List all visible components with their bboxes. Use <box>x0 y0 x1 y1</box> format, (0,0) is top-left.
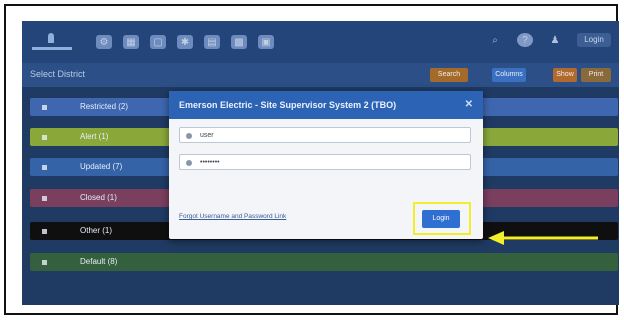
login-highlight-box: Login <box>413 202 471 235</box>
search-button[interactable]: Search <box>430 68 468 82</box>
lock-icon <box>186 160 192 166</box>
user-icon <box>186 133 192 139</box>
row-marker-icon <box>42 260 47 265</box>
search-icon[interactable]: ⌕ <box>487 33 503 47</box>
nav-icon-group: ⚙ ▦ ▢ ✱ ▤ ▩ ▣ <box>96 35 274 49</box>
building-icon[interactable]: ▦ <box>123 35 139 49</box>
password-field[interactable]: •••••••• <box>179 154 471 170</box>
close-icon[interactable]: ✕ <box>465 91 473 119</box>
row-marker-icon <box>42 165 47 170</box>
row-marker-icon <box>42 196 47 201</box>
row-label: Updated (7) <box>80 162 123 171</box>
app-screen: ⚙ ▦ ▢ ✱ ▤ ▩ ▣ ⌕ ? ♟ Login Select Distric… <box>22 21 619 305</box>
dialog-title: Emerson Electric - Site Supervisor Syste… <box>179 100 397 110</box>
row-label: Restricted (2) <box>80 102 129 111</box>
row-label: Default (8) <box>80 257 118 266</box>
screenshot-frame: ⚙ ▦ ▢ ✱ ▤ ▩ ▣ ⌕ ? ♟ Login Select Distric… <box>4 4 619 315</box>
row-marker-icon <box>42 229 47 234</box>
top-right-controls: ⌕ ? ♟ Login <box>487 33 611 47</box>
grid-icon[interactable]: ▩ <box>231 35 247 49</box>
columns-button[interactable]: Columns <box>492 68 526 82</box>
top-navigation-bar: ⚙ ▦ ▢ ✱ ▤ ▩ ▣ ⌕ ? ♟ Login <box>22 21 619 63</box>
login-dialog: Emerson Electric - Site Supervisor Syste… <box>169 91 483 239</box>
row-label: Closed (1) <box>80 193 117 202</box>
settings-icon[interactable]: ✱ <box>177 35 193 49</box>
app-logo-icon[interactable] <box>30 31 76 53</box>
row-marker-icon <box>42 135 47 140</box>
dialog-header: Emerson Electric - Site Supervisor Syste… <box>169 91 483 119</box>
login-link[interactable]: Login <box>577 33 611 47</box>
password-value: •••••••• <box>200 159 220 166</box>
row-label: Other (1) <box>80 226 113 235</box>
username-field[interactable]: user <box>179 127 471 143</box>
show-button[interactable]: Show <box>553 68 577 82</box>
toolbar: Select District Search Columns Show Prin… <box>22 63 619 87</box>
report-icon[interactable]: ▣ <box>258 35 274 49</box>
list-item[interactable]: Default (8) <box>30 253 618 271</box>
login-button[interactable]: Login <box>422 210 460 228</box>
page-title: Select District <box>30 69 86 79</box>
forgot-password-link[interactable]: Forgot Username and Password Link <box>179 213 286 220</box>
chart-icon[interactable]: ▤ <box>204 35 220 49</box>
help-icon[interactable]: ? <box>517 33 533 47</box>
print-button[interactable]: Print <box>581 68 611 82</box>
device-icon[interactable]: ▢ <box>150 35 166 49</box>
gear-icon[interactable]: ⚙ <box>96 35 112 49</box>
pointer-arrow-icon <box>488 231 598 245</box>
row-label: Alert (1) <box>80 132 109 141</box>
bell-icon[interactable]: ♟ <box>547 33 563 47</box>
username-value: user <box>200 132 214 139</box>
row-marker-icon <box>42 105 47 110</box>
